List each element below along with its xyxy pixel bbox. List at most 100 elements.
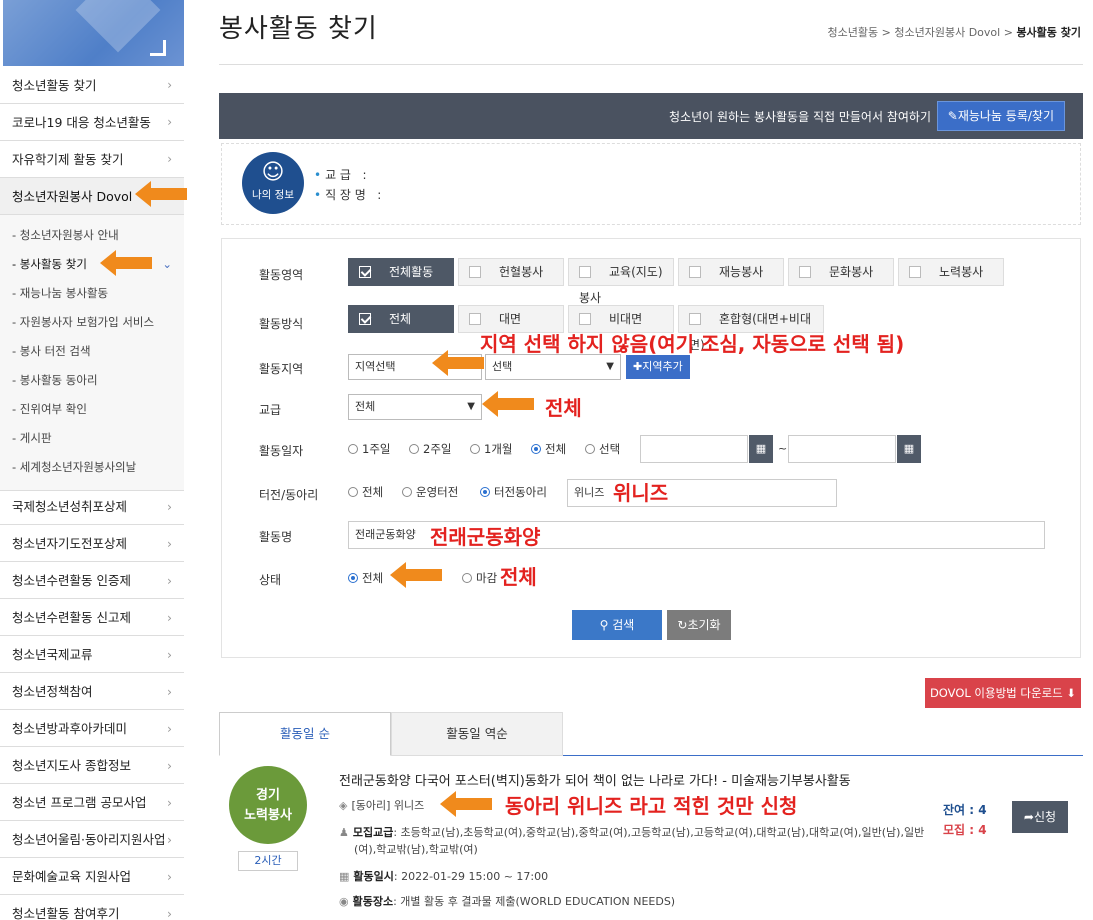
sidebar-item[interactable]: 청소년활동 찾기 ›	[0, 67, 184, 104]
sidebar-item[interactable]: 청소년정책참여 ›	[0, 673, 184, 710]
date-option-all[interactable]: 전체	[531, 441, 566, 457]
calendar-icon[interactable]: ▦	[749, 435, 773, 463]
date-option-2week[interactable]: 2주일	[409, 441, 451, 457]
radio-icon	[409, 444, 419, 454]
corner-icon	[150, 40, 166, 56]
apply-button[interactable]: ➦신청	[1012, 801, 1068, 833]
hours-badge: 2시간	[238, 851, 298, 871]
breadcrumb-item[interactable]: 청소년자원봉사 Dovol	[894, 26, 1000, 39]
sidebar-item[interactable]: 청소년국제교류 ›	[0, 636, 184, 673]
place-name-input[interactable]: 위니즈	[567, 479, 837, 507]
talent-register-button[interactable]: ✎재능나눔 등록/찾기	[936, 101, 1065, 131]
sidebar-item[interactable]: 청소년지도사 종합정보 ›	[0, 747, 184, 784]
recruit-text: : 초등학교(남),초등학교(여),중학교(남),중학교(여),고등학교(남),…	[393, 826, 925, 839]
sidebar-item-label: 청소년자원봉사 Dovol	[12, 189, 133, 204]
school-info-row: • 교 급 :	[314, 166, 366, 183]
area-option-blood[interactable]: 헌혈봉사	[458, 258, 564, 286]
region-add-label: 지역추가	[642, 360, 683, 373]
date-option-1month[interactable]: 1개월	[470, 441, 512, 457]
sidebar-item[interactable]: 청소년어울림·동아리지원사업 ›	[0, 821, 184, 858]
date-value-text: : 2022-01-29 15:00 ~ 17:00	[393, 870, 549, 883]
sidebar-item[interactable]: 자유학기제 활동 찾기 ›	[0, 141, 184, 178]
sidebar-item[interactable]: 국제청소년성취포상제 ›	[0, 488, 184, 525]
date-range-separator: ~	[778, 442, 788, 455]
area-option-label: 문화봉사	[829, 265, 874, 279]
submenu-item[interactable]: - 재능나눔 봉사활동	[0, 279, 184, 308]
sidebar-item-label: 청소년수련활동 인증제	[12, 573, 131, 588]
school-select[interactable]: 전체 ▼	[348, 394, 482, 420]
chevron-down-icon: ⌄	[162, 257, 172, 271]
sidebar-item-label: 청소년지도사 종합정보	[12, 758, 131, 773]
tab-date-asc[interactable]: 활동일 순	[219, 712, 391, 756]
sidebar-item-label: 문화예술교육 지원사업	[12, 869, 131, 884]
submenu-item[interactable]: - 자원봉사자 보험가입 서비스	[0, 308, 184, 337]
sidebar-item-label: 청소년국제교류	[12, 647, 93, 662]
badge-category: 노력봉사	[244, 808, 292, 823]
area-option-education[interactable]: 교육(지도)봉사	[568, 258, 674, 305]
sidebar-item[interactable]: 청소년 프로그램 공모사업 ›	[0, 784, 184, 821]
submenu-item[interactable]: - 세계청소년자원봉사의날	[0, 453, 184, 482]
date-end-input[interactable]	[788, 435, 896, 463]
area-option-label: 재능봉사	[719, 265, 764, 279]
calendar-icon[interactable]: ▦	[897, 435, 921, 463]
tab-date-desc[interactable]: 활동일 역순	[391, 712, 563, 756]
sidebar-item-label: 국제청소년성취포상제	[12, 499, 128, 514]
date-option-label: 선택	[599, 442, 621, 456]
place-option-operating[interactable]: 운영터전	[402, 484, 458, 500]
date-option-label: 2주일	[423, 442, 452, 456]
calendar-icon: ▦	[339, 870, 350, 883]
region-label: 활동지역	[259, 362, 304, 376]
submenu-item[interactable]: - 청소년자원봉사 안내	[0, 221, 184, 250]
job-info-value: :	[377, 188, 382, 202]
chevron-right-icon: ›	[167, 684, 172, 699]
place-option-club[interactable]: 터전동아리	[480, 484, 547, 500]
region-add-button[interactable]: ✚지역추가	[626, 355, 690, 379]
date-option-label: 전체	[545, 442, 567, 456]
location-icon: ◉	[339, 895, 349, 908]
place-option-all[interactable]: 전체	[348, 484, 383, 500]
sidebar-item[interactable]: 청소년활동 참여후기 ›	[0, 895, 184, 920]
sidebar-item-label: 자유학기제 활동 찾기	[12, 152, 124, 167]
sidebar-item-label: 코로나19 대응 청소년활동	[12, 115, 151, 130]
submenu-item[interactable]: - 진위여부 확인	[0, 395, 184, 424]
sidebar-item[interactable]: 청소년수련활동 신고제 ›	[0, 599, 184, 636]
sidebar-item[interactable]: 청소년자기도전포상제 ›	[0, 525, 184, 562]
annotation-result: 동아리 위니즈 라고 적힌 것만 신청	[505, 794, 798, 818]
result-title[interactable]: 전래군동화양 다국어 포스터(벽지)동화가 되어 책이 없는 나라로 가다! -…	[339, 770, 851, 789]
sidebar-item-label: 청소년활동 찾기	[12, 78, 97, 93]
date-option-custom[interactable]: 선택	[585, 441, 620, 457]
result-item: 경기 노력봉사 2시간 전래군동화양 다국어 포스터(벽지)동화가 되어 책이 …	[219, 760, 1083, 920]
place-option-label: 전체	[362, 485, 384, 499]
submenu-item[interactable]: - 봉사활동 동아리	[0, 366, 184, 395]
sidebar-banner	[3, 0, 184, 66]
submenu-item[interactable]: - 봉사 터전 검색	[0, 337, 184, 366]
area-option-culture[interactable]: 문화봉사	[788, 258, 894, 286]
status-option-closed[interactable]: 마감	[462, 570, 497, 586]
date-start-input[interactable]	[640, 435, 748, 463]
submenu-item-current[interactable]: - 봉사활동 찾기 ⌄	[0, 250, 184, 279]
region-sub-select[interactable]: 선택 ▼	[485, 354, 621, 380]
my-info-avatar[interactable]: ☺ 나의 정보	[242, 152, 304, 214]
download-guide-button[interactable]: DOVOL 이용방법 다운로드 ⬇	[925, 678, 1081, 708]
method-option-all[interactable]: 전체	[348, 305, 454, 333]
radio-icon	[585, 444, 595, 454]
sidebar-item[interactable]: 청소년수련활동 인증제 ›	[0, 562, 184, 599]
sidebar-item[interactable]: 청소년방과후아카데미 ›	[0, 710, 184, 747]
area-option-labor[interactable]: 노력봉사	[898, 258, 1004, 286]
status-option-all[interactable]: 전체	[348, 570, 383, 586]
date-option-1week[interactable]: 1주일	[348, 441, 390, 457]
checkbox-icon	[359, 266, 371, 278]
talent-bar: 청소년이 원하는 봉사활동을 직접 만들어서 참여하기 ✎재능나눔 등록/찾기	[219, 93, 1083, 139]
area-option-talent[interactable]: 재능봉사	[678, 258, 784, 286]
users-icon: ♟	[339, 826, 349, 839]
sidebar-item[interactable]: 문화예술교육 지원사업 ›	[0, 858, 184, 895]
breadcrumb-item[interactable]: 청소년활동	[828, 26, 879, 39]
area-option-all[interactable]: 전체활동	[348, 258, 454, 286]
sidebar-item[interactable]: 코로나19 대응 청소년활동 ›	[0, 104, 184, 141]
search-button[interactable]: ⚲ 검색	[572, 610, 662, 640]
checkbox-icon	[689, 313, 701, 325]
method-label: 활동방식	[259, 317, 304, 331]
reset-button[interactable]: ↻초기화	[667, 610, 731, 640]
annotation-arrow	[440, 791, 492, 817]
submenu-item[interactable]: - 게시판	[0, 424, 184, 453]
